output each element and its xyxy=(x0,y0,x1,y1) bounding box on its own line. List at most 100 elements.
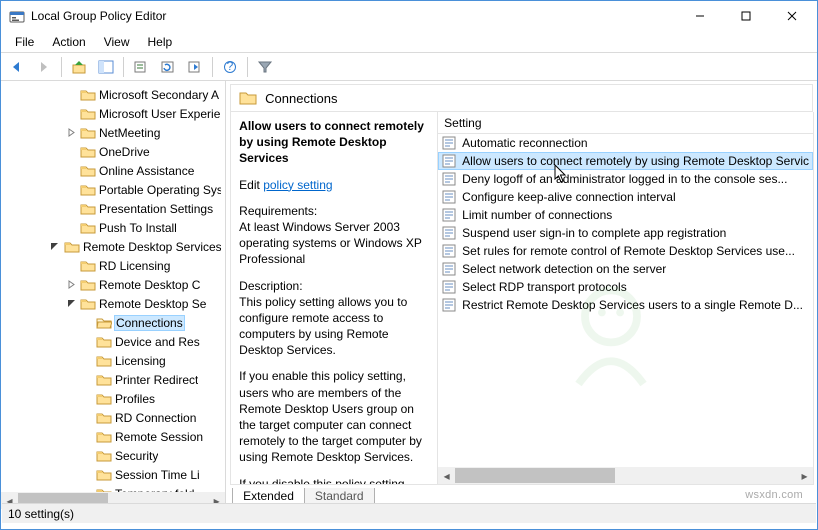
back-button[interactable] xyxy=(5,56,29,78)
tree-item[interactable]: Remote Desktop Services xyxy=(1,237,225,256)
tree-item[interactable]: ·Session Time Li xyxy=(1,465,225,484)
tree-item-label: OneDrive xyxy=(99,145,150,159)
scroll-right-icon[interactable]: ▸ xyxy=(796,467,813,484)
tree-item[interactable]: ·Profiles xyxy=(1,389,225,408)
policy-icon xyxy=(442,262,458,276)
tree-item-label: Online Assistance xyxy=(99,164,194,178)
maximize-button[interactable] xyxy=(723,2,769,30)
setting-row[interactable]: Select RDP transport protocols xyxy=(438,278,813,296)
tree-item[interactable]: ·Portable Operating Sys xyxy=(1,180,225,199)
column-header-setting[interactable]: Setting xyxy=(438,112,813,134)
expand-icon[interactable] xyxy=(65,280,77,289)
setting-row[interactable]: Suspend user sign-in to complete app reg… xyxy=(438,224,813,242)
folder-icon xyxy=(80,164,96,178)
tree-item[interactable]: ·Device and Res xyxy=(1,332,225,351)
policy-icon xyxy=(442,208,458,222)
tree-item[interactable]: ·OneDrive xyxy=(1,142,225,161)
separator xyxy=(61,57,62,77)
export-button[interactable] xyxy=(183,56,207,78)
menu-action[interactable]: Action xyxy=(44,33,93,51)
folder-icon xyxy=(80,259,96,273)
toolbar: ? xyxy=(1,53,817,81)
tree-item[interactable]: Remote Desktop Se xyxy=(1,294,225,313)
policy-icon xyxy=(442,226,458,240)
scroll-thumb[interactable] xyxy=(455,468,615,483)
setting-label: Select RDP transport protocols xyxy=(462,280,627,294)
tree-item[interactable]: ·Microsoft Secondary A xyxy=(1,85,225,104)
tree[interactable]: ·Microsoft Secondary A·Microsoft User Ex… xyxy=(1,81,225,503)
help-button[interactable]: ? xyxy=(218,56,242,78)
tree-item-label: RD Licensing xyxy=(99,259,170,273)
tree-item[interactable]: NetMeeting xyxy=(1,123,225,142)
setting-label: Suspend user sign-in to complete app reg… xyxy=(462,226,726,240)
folder-icon xyxy=(80,183,96,197)
collapse-icon[interactable] xyxy=(49,242,61,251)
tree-item[interactable]: ·Connections xyxy=(1,313,225,332)
refresh-button[interactable] xyxy=(156,56,180,78)
folder-icon xyxy=(96,411,112,425)
tree-item-label: Microsoft User Experie xyxy=(99,107,220,121)
settings-rows[interactable]: Automatic reconnectionAllow users to con… xyxy=(438,134,813,467)
status-bar: 10 setting(s) xyxy=(2,503,816,523)
tree-item[interactable]: ·RD Licensing xyxy=(1,256,225,275)
collapse-icon[interactable] xyxy=(65,299,77,308)
tree-item[interactable]: Remote Desktop C xyxy=(1,275,225,294)
tree-item[interactable]: ·Push To Install xyxy=(1,218,225,237)
list-scrollbar-horizontal[interactable]: ◂ ▸ xyxy=(438,467,813,484)
title-bar: Local Group Policy Editor xyxy=(1,1,817,31)
details-description: Allow users to connect remotely by using… xyxy=(231,112,437,484)
tree-item-label: Printer Redirect xyxy=(115,373,198,387)
tree-item[interactable]: ·Remote Session xyxy=(1,427,225,446)
menu-view[interactable]: View xyxy=(96,33,138,51)
tree-item[interactable]: ·Licensing xyxy=(1,351,225,370)
policy-icon xyxy=(442,244,458,258)
tree-item-label: Licensing xyxy=(115,354,166,368)
up-button[interactable] xyxy=(67,56,91,78)
tree-item-label: Presentation Settings xyxy=(99,202,213,216)
policy-icon xyxy=(442,136,458,150)
window-controls xyxy=(677,2,815,30)
setting-row[interactable]: Limit number of connections xyxy=(438,206,813,224)
setting-row[interactable]: Restrict Remote Desktop Services users t… xyxy=(438,296,813,314)
folder-icon xyxy=(96,468,112,482)
setting-row[interactable]: Allow users to connect remotely by using… xyxy=(438,152,813,170)
properties-button[interactable] xyxy=(129,56,153,78)
minimize-button[interactable] xyxy=(677,2,723,30)
tree-item[interactable]: ·Security xyxy=(1,446,225,465)
close-button[interactable] xyxy=(769,2,815,30)
window-title: Local Group Policy Editor xyxy=(31,9,677,23)
setting-row[interactable]: Configure keep-alive connection interval xyxy=(438,188,813,206)
expand-icon[interactable] xyxy=(65,128,77,137)
forward-button[interactable] xyxy=(32,56,56,78)
tree-item-label: Remote Desktop Services xyxy=(83,240,221,254)
folder-icon xyxy=(64,240,80,254)
policy-icon xyxy=(442,190,458,204)
scroll-left-icon[interactable]: ◂ xyxy=(438,467,455,484)
tree-item[interactable]: ·Presentation Settings xyxy=(1,199,225,218)
show-hide-tree-button[interactable] xyxy=(94,56,118,78)
tree-item[interactable]: ·Microsoft User Experie xyxy=(1,104,225,123)
tree-item-label: Remote Desktop Se xyxy=(99,297,206,311)
status-text: 10 setting(s) xyxy=(8,507,74,521)
tree-item[interactable]: ·Printer Redirect xyxy=(1,370,225,389)
setting-row[interactable]: Automatic reconnection xyxy=(438,134,813,152)
folder-icon xyxy=(80,278,96,292)
setting-row[interactable]: Set rules for remote control of Remote D… xyxy=(438,242,813,260)
tree-item-label: Session Time Li xyxy=(115,468,200,482)
separator xyxy=(123,57,124,77)
policy-icon xyxy=(442,280,458,294)
menu-file[interactable]: File xyxy=(7,33,42,51)
separator xyxy=(247,57,248,77)
app-icon xyxy=(9,8,25,24)
menu-help[interactable]: Help xyxy=(140,33,181,51)
tree-item[interactable]: ·RD Connection xyxy=(1,408,225,427)
tree-item-label: Security xyxy=(115,449,158,463)
setting-row[interactable]: Deny logoff of an administrator logged i… xyxy=(438,170,813,188)
edit-policy-link[interactable]: policy setting xyxy=(263,178,332,192)
setting-row[interactable]: Select network detection on the server xyxy=(438,260,813,278)
folder-icon xyxy=(80,221,96,235)
filter-button[interactable] xyxy=(253,56,277,78)
tree-item-label: Microsoft Secondary A xyxy=(99,88,219,102)
tree-item-label: NetMeeting xyxy=(99,126,160,140)
tree-item[interactable]: ·Online Assistance xyxy=(1,161,225,180)
